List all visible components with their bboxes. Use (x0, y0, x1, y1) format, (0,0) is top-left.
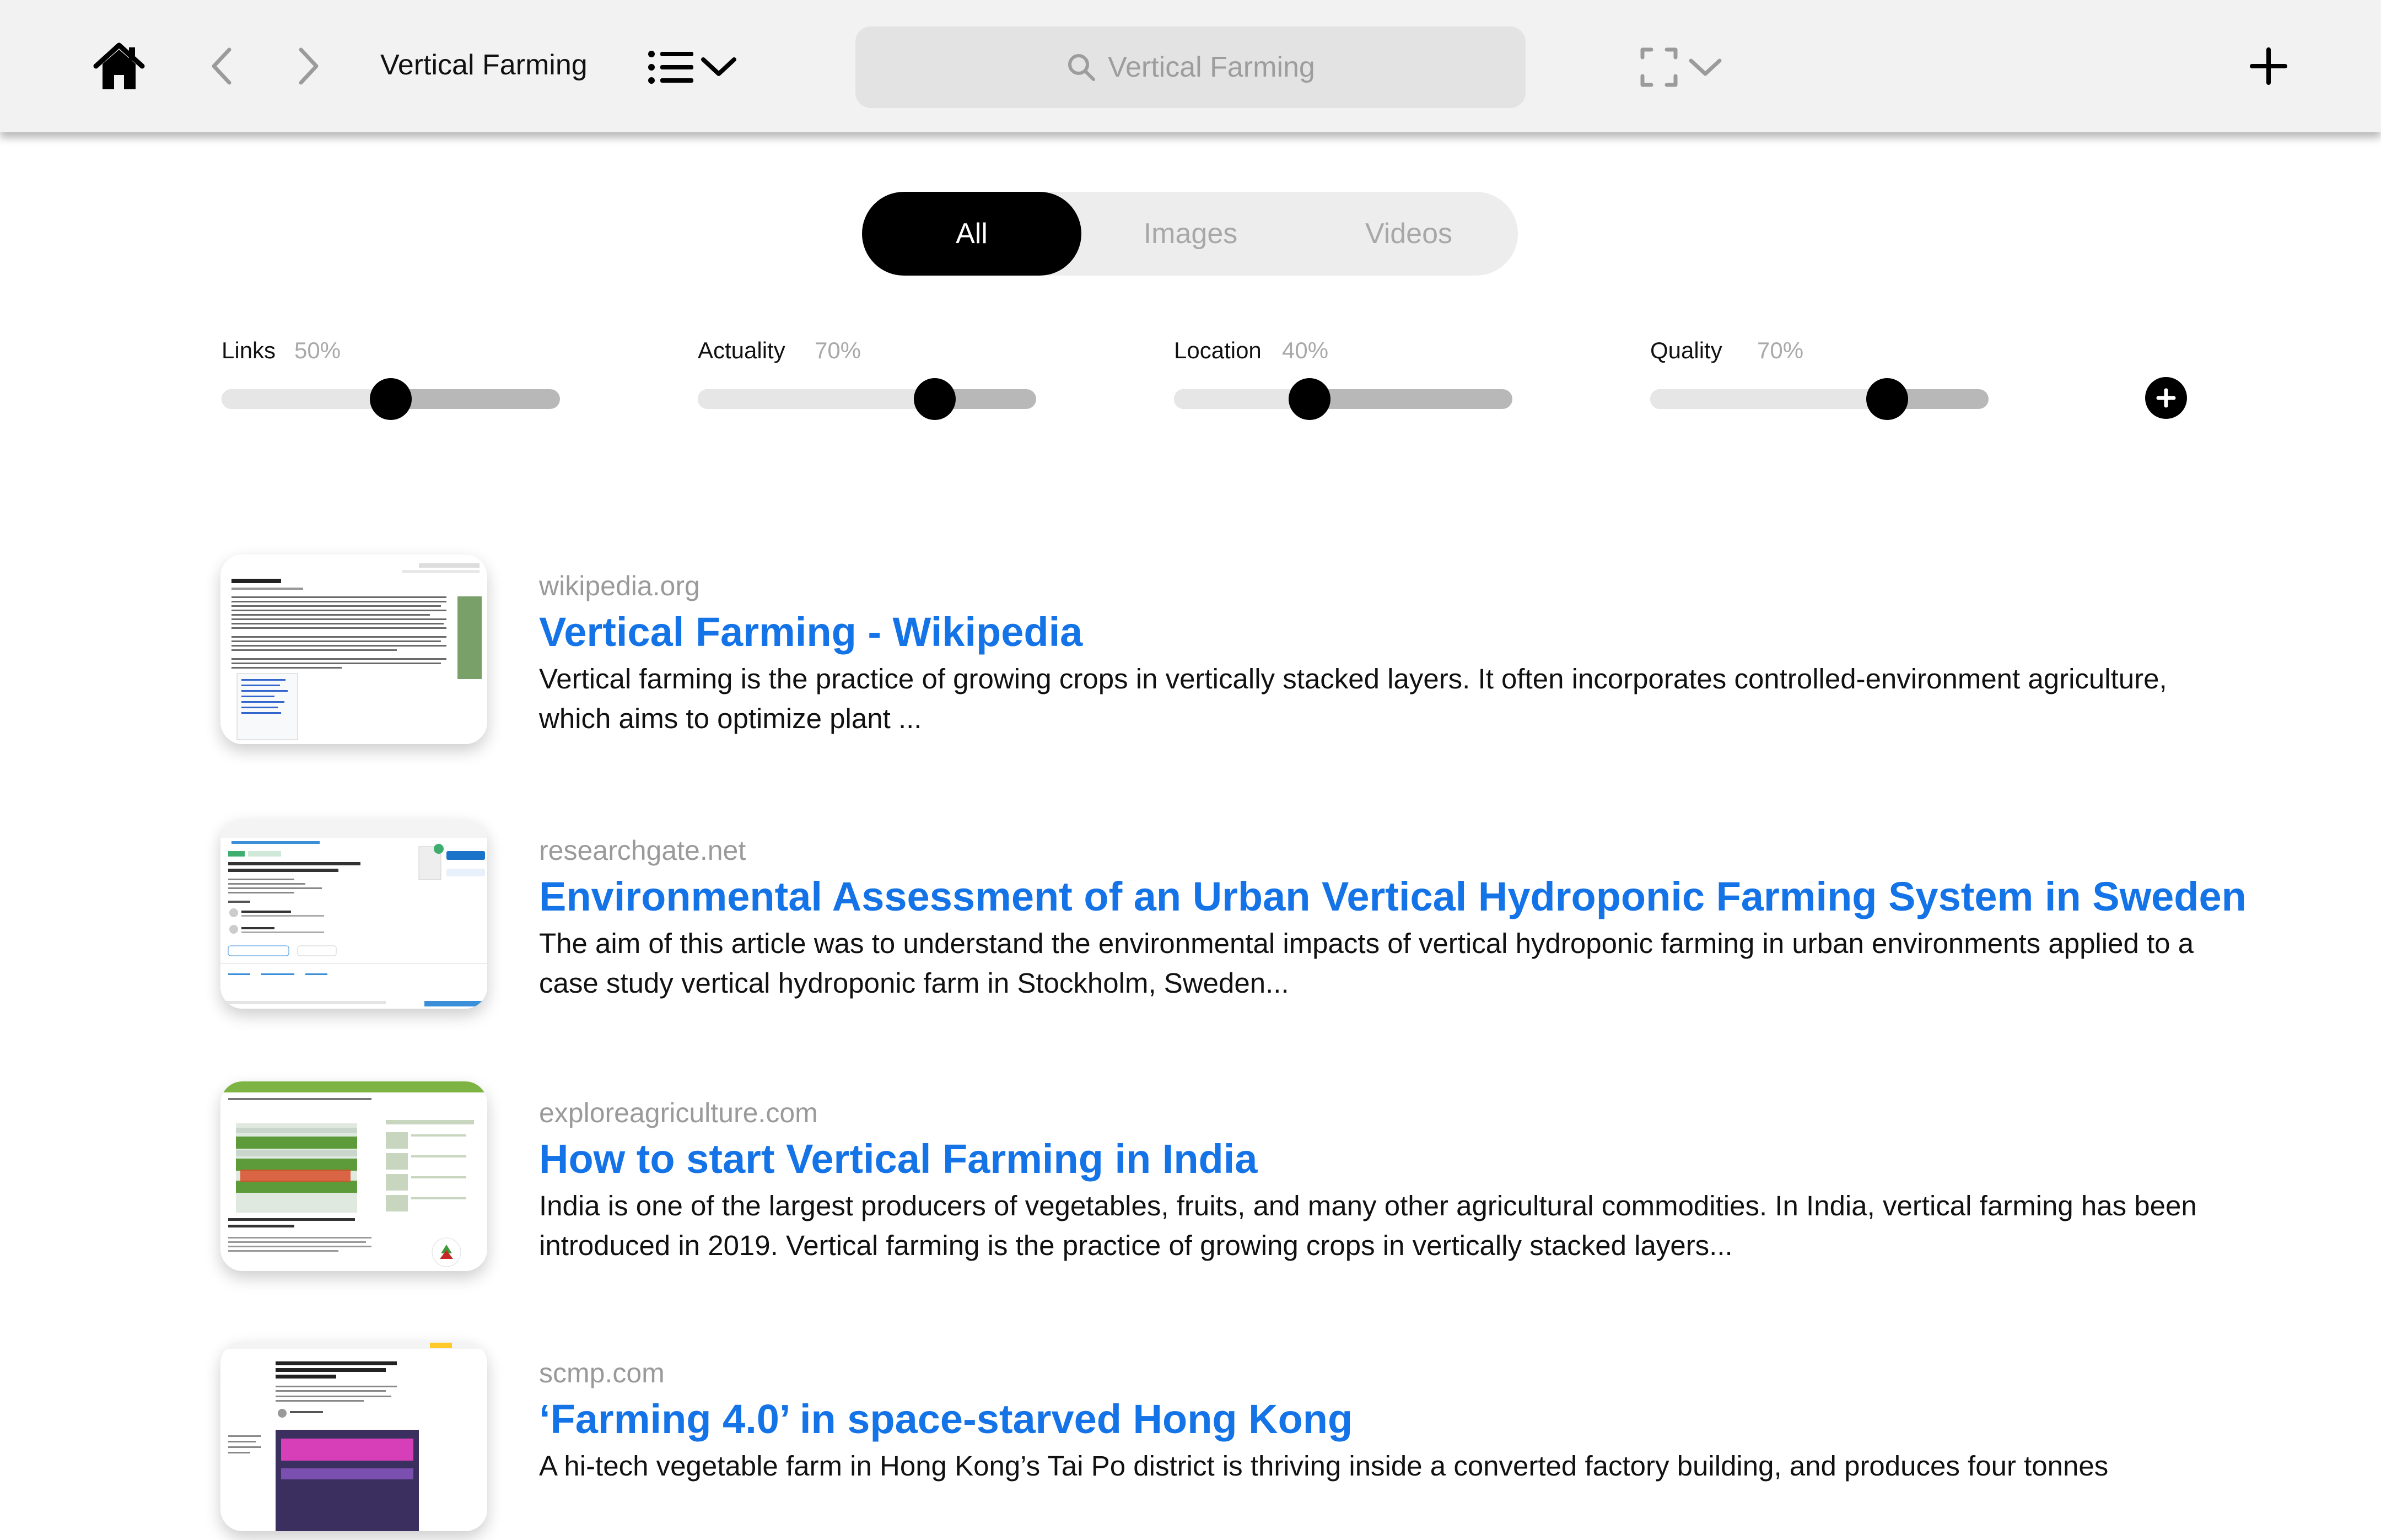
result-domain: researchgate.net (539, 835, 746, 866)
slider-fill (1650, 389, 1887, 409)
search-result: scmp.com ‘Farming 4.0’ in space-starved … (0, 1342, 2381, 1540)
result-title-link[interactable]: Vertical Farming - Wikipedia (539, 609, 1082, 655)
slider-value: 50% (294, 337, 341, 363)
slider-knob[interactable] (913, 378, 956, 420)
result-domain: wikipedia.org (539, 570, 700, 601)
result-title-link[interactable]: Environmental Assessment of an Urban Ver… (539, 873, 2247, 920)
result-type-tabs: All Images Videos (862, 192, 1518, 276)
search-result: researchgate.net Environmental Assessmen… (0, 819, 2381, 1017)
slider-value: 70% (1757, 337, 1804, 363)
result-thumbnail[interactable] (220, 554, 487, 744)
tab-all[interactable]: All (862, 192, 1081, 276)
result-title-link[interactable]: How to start Vertical Farming in India (539, 1135, 1257, 1182)
search-input[interactable]: Vertical Farming (855, 26, 1526, 108)
list-menu-icon (648, 51, 736, 84)
expand-icon (1640, 47, 1722, 87)
home-icon[interactable] (91, 40, 147, 93)
slider-fill (222, 389, 391, 409)
result-thumbnail[interactable] (220, 819, 487, 1009)
view-mode-button[interactable] (1640, 46, 1728, 88)
slider-value: 70% (815, 337, 861, 363)
slider-knob[interactable] (1288, 378, 1330, 420)
result-thumbnail[interactable] (220, 1081, 487, 1271)
plus-circle-icon (2156, 388, 2176, 408)
new-tab-plus-icon[interactable] (2247, 44, 2291, 88)
slider-quality: Quality 70% (1650, 337, 1992, 420)
search-result: wikipedia.org Vertical Farming - Wikiped… (0, 554, 2381, 753)
slider-label: Quality (1650, 337, 1722, 363)
search-icon (1068, 54, 1096, 81)
result-snippet: India is one of the largest producers of… (539, 1190, 2197, 1261)
search-placeholder: Vertical Farming (1108, 51, 1315, 83)
add-filter-button[interactable] (2145, 377, 2187, 419)
slider-label: Location (1174, 337, 1262, 363)
result-snippet: A hi-tech vegetable farm in Hong Kong’s … (539, 1450, 2109, 1482)
page-title: Vertical Farming (380, 49, 588, 81)
slider-fill (698, 389, 935, 409)
slider-track[interactable] (1650, 389, 1989, 409)
result-title-link[interactable]: ‘Farming 4.0’ in space-starved Hong Kong (539, 1396, 1353, 1442)
result-snippet: The aim of this article was to understan… (539, 928, 2194, 999)
tab-videos[interactable]: Videos (1300, 192, 1518, 276)
top-toolbar: Vertical Farming Vertical Farming (0, 0, 2381, 132)
back-icon[interactable] (204, 43, 239, 89)
result-thumbnail[interactable] (220, 1342, 487, 1531)
result-snippet: Vertical farming is the practice of grow… (539, 663, 2167, 734)
search-result: exploreagriculture.com How to start Vert… (0, 1081, 2381, 1280)
slider-track[interactable] (1174, 389, 1512, 409)
slider-actuality: Actuality 70% (698, 337, 1039, 420)
slider-location: Location 40% (1174, 337, 1516, 420)
forward-icon[interactable] (291, 43, 326, 89)
list-menu-button[interactable] (646, 46, 745, 88)
slider-links: Links 50% (222, 337, 563, 420)
result-domain: scmp.com (539, 1358, 665, 1388)
slider-knob[interactable] (1866, 378, 1908, 420)
tab-images[interactable]: Images (1081, 192, 1300, 276)
slider-label: Links (222, 337, 276, 363)
result-domain: exploreagriculture.com (539, 1097, 818, 1128)
slider-label: Actuality (698, 337, 785, 363)
slider-track[interactable] (698, 389, 1036, 409)
slider-value: 40% (1282, 337, 1329, 363)
slider-knob[interactable] (370, 378, 412, 420)
